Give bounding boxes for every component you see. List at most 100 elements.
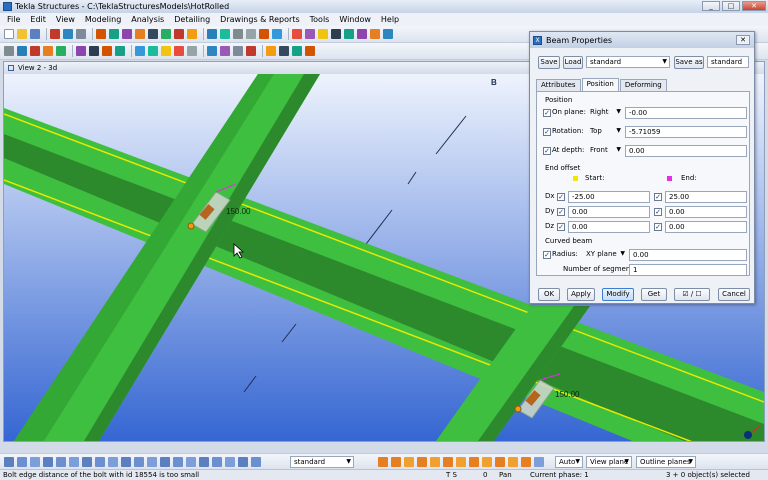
select-icon[interactable] [344,29,354,39]
segments-field[interactable]: 1 [629,264,747,276]
menu-edit[interactable]: Edit [25,15,51,24]
tab-deforming[interactable]: Deforming [619,79,667,91]
menu-drawings-reports[interactable]: Drawings & Reports [215,15,304,24]
drawing-list-icon[interactable] [161,29,171,39]
work-area-icon[interactable] [220,29,230,39]
save-button[interactable]: Save [538,56,560,69]
selection-filter-select[interactable]: standard ▼ [290,456,354,468]
select-components-icon[interactable] [30,457,40,467]
inquire-icon[interactable] [148,29,158,39]
at-depth-value-field[interactable]: 0.00 [625,145,747,157]
copy-icon[interactable] [96,29,106,39]
menu-analysis[interactable]: Analysis [126,15,169,24]
on-plane-value-field[interactable]: -0.00 [625,107,747,119]
minimize-button[interactable]: _ [702,1,720,11]
select-details-icon[interactable] [212,457,222,467]
phase-icon[interactable] [279,46,289,56]
radius-plane-select[interactable]: XY plane ▼ [583,249,627,261]
rotation-select[interactable]: Top ▼ [587,126,623,138]
surface-treatment-icon[interactable] [220,46,230,56]
column-icon[interactable] [4,46,14,56]
grid-icon[interactable] [272,29,282,39]
menu-tools[interactable]: Tools [305,15,335,24]
select-pours-icon[interactable] [186,457,196,467]
dy-start-field[interactable]: 0.00 [568,206,650,218]
select-seams-icon[interactable] [225,457,235,467]
catalog-icon[interactable] [383,29,393,39]
dx-start-checkbox[interactable]: ✓ [557,193,565,201]
dx-start-field[interactable]: -25.00 [568,191,650,203]
create-view-icon[interactable] [207,29,217,39]
rotation-checkbox[interactable]: ✓ [543,128,551,136]
snap-icon[interactable] [331,29,341,39]
save-as-field[interactable]: standard [707,56,749,68]
dy-end-checkbox[interactable]: ✓ [654,208,662,216]
snap-lines-icon[interactable] [521,457,531,467]
menu-file[interactable]: File [2,15,25,24]
measure-icon[interactable] [318,29,328,39]
undo-icon[interactable] [50,29,60,39]
snap-points-icon[interactable] [404,457,414,467]
macro-icon[interactable] [266,46,276,56]
polybeam-icon[interactable] [30,46,40,56]
select-reference-icon[interactable] [251,457,261,467]
move-icon[interactable] [109,29,119,39]
snap-midpoints-icon[interactable] [443,457,453,467]
snap-perpendicular-icon[interactable] [469,457,479,467]
save-as-button[interactable]: Save as [674,56,704,69]
toggle-all-button[interactable]: ☑ / ☐ [674,288,710,301]
select-assemblies-icon[interactable] [134,457,144,467]
menu-window[interactable]: Window [334,15,376,24]
lock-icon[interactable] [292,46,302,56]
dz-end-field[interactable]: 0.00 [665,221,747,233]
dz-start-field[interactable]: 0.00 [568,221,650,233]
weld-icon[interactable] [102,46,112,56]
numbering-icon[interactable] [135,29,145,39]
snap-any-position-icon[interactable] [495,457,505,467]
select-filter-icon[interactable] [238,457,248,467]
dx-end-checkbox[interactable]: ✓ [654,193,662,201]
apply-button[interactable]: Apply [567,288,595,301]
snap-centers-icon[interactable] [430,457,440,467]
select-bolts-icon[interactable] [43,457,53,467]
menu-help[interactable]: Help [376,15,404,24]
dz-start-checkbox[interactable]: ✓ [557,223,565,231]
snap-end-points-icon[interactable] [417,457,427,467]
pour-icon[interactable] [233,46,243,56]
mirror-icon[interactable] [122,29,132,39]
select-planes-icon[interactable] [108,457,118,467]
cut-icon[interactable] [115,46,125,56]
delete-icon[interactable] [76,29,86,39]
zoom-icon[interactable] [233,29,243,39]
preset-select[interactable]: standard ▼ [586,56,670,68]
ok-button[interactable]: OK [538,288,560,301]
snap-depth-select[interactable]: Auto ▼ [555,456,583,468]
redo-icon[interactable] [63,29,73,39]
select-grids-icon[interactable] [82,457,92,467]
maximize-button[interactable]: □ [722,1,740,11]
snap-intersections-icon[interactable] [456,457,466,467]
outline-planes-select[interactable]: Outline planes ▼ [636,456,696,468]
open-model-icon[interactable] [17,29,27,39]
component-icon[interactable] [370,29,380,39]
modify-button[interactable]: Modify [602,288,634,301]
reinforcement-icon[interactable] [207,46,217,56]
snap-grid-icon[interactable] [534,457,544,467]
snap-nearest-icon[interactable] [508,457,518,467]
select-all-icon[interactable] [4,457,14,467]
tab-position[interactable]: Position [581,78,619,91]
assembly-icon[interactable] [161,46,171,56]
select-cuts-icon[interactable] [69,457,79,467]
select-points-icon[interactable] [95,457,105,467]
save-model-icon[interactable] [30,29,40,39]
select-surfaces-icon[interactable] [173,457,183,467]
get-button[interactable]: Get [641,288,667,301]
select-welds-icon[interactable] [56,457,66,467]
bolt-icon[interactable] [89,46,99,56]
dz-end-checkbox[interactable]: ✓ [654,223,662,231]
tab-attributes[interactable]: Attributes [536,79,581,91]
select-objects-in-assembly-icon[interactable] [147,457,157,467]
line-icon[interactable] [305,29,315,39]
slab-icon[interactable] [56,46,66,56]
chamfer-icon[interactable] [148,46,158,56]
